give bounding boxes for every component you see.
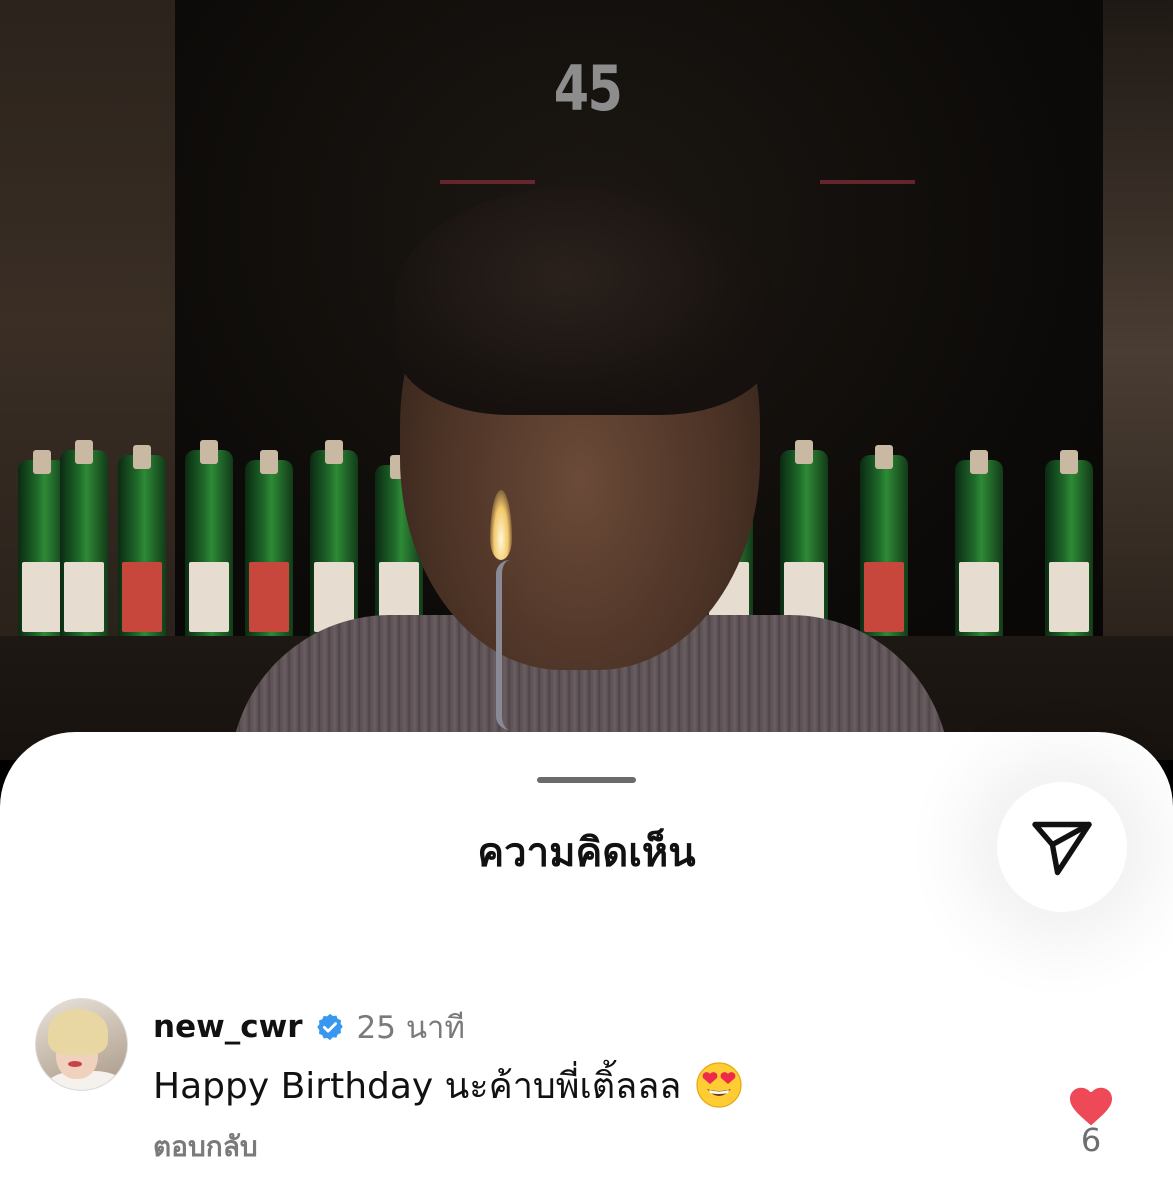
sheet-drag-handle[interactable] [537,777,636,783]
comment-text: Happy Birthday นะค้าบพี่เติ้ลลล [153,1065,682,1107]
comment-header: new_cwr 25 นาที [153,1005,465,1049]
story-photo: 45 [0,0,1173,760]
photo-bottle [185,440,233,640]
photo-bottle [955,450,1003,640]
share-button[interactable] [997,782,1127,912]
reply-button[interactable]: ตอบกลับ [153,1125,258,1169]
photo-bottle [860,445,908,640]
photo-bottle [18,450,66,640]
comment-time: 25 นาที [356,1010,465,1046]
photo-bottle [1045,450,1093,640]
photo-shelf-light [440,180,535,184]
verified-badge-icon [316,1013,343,1041]
photo-bottle [780,440,828,640]
comment-username[interactable]: new_cwr [153,1009,303,1045]
photo-shelf-light [820,180,915,184]
heart-eyes-emoji-icon [696,1062,742,1108]
photo-bottle [310,440,358,640]
photo-person-hair [395,185,775,415]
photo-bottle [60,440,108,640]
photo-candle [496,560,510,730]
like-count: 6 [1080,1121,1102,1159]
comment-body: Happy Birthday นะค้าบพี่เติ้ลลล [153,1057,743,1113]
paper-plane-icon [1032,821,1092,876]
photo-bottle [245,450,293,640]
avatar[interactable] [35,998,128,1091]
photo-counter-text: 45 [553,52,623,125]
comments-sheet: ความคิดเห็น new_cwr 25 นาที Happy Birthd… [0,732,1173,1200]
comment-item: new_cwr 25 นาที Happy Birthday นะค้าบพี่… [0,995,1173,1195]
photo-bottle [118,445,166,640]
